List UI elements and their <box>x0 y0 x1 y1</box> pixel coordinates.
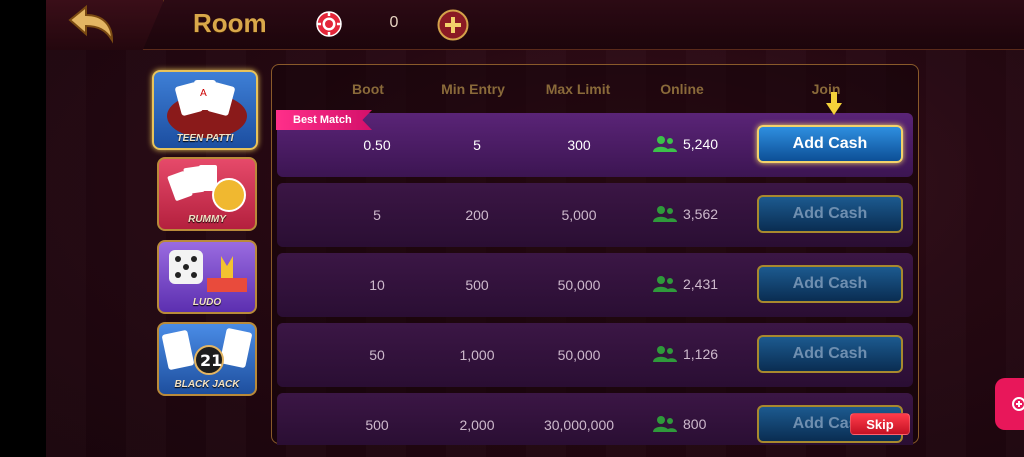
online-count: 5,240 <box>653 135 718 153</box>
users-icon <box>653 276 677 292</box>
online-value: 1,126 <box>683 346 719 362</box>
min-entry-value: 5 <box>473 137 481 153</box>
table-row[interactable]: 5 200 5,000 3,562 Add Cash <box>277 183 913 247</box>
add-cash-button[interactable]: Add Cash <box>757 335 903 373</box>
room-screen: Room 0 A TEEN PATTI RUMMY LUDO 21 BLACK … <box>46 0 1024 457</box>
table-row[interactable]: 500 2,000 30,000,000 800 Add Cash <box>277 393 913 445</box>
floating-action-button[interactable] <box>995 378 1024 430</box>
boot-value: 500 <box>365 417 389 433</box>
min-entry-value: 1,000 <box>459 347 495 363</box>
room-table: Boot Min Entry Max Limit Online Join 0.5… <box>271 64 919 445</box>
max-limit-value: 300 <box>567 137 591 153</box>
game-tile-rummy[interactable]: RUMMY <box>157 157 257 231</box>
best-match-badge: Best Match <box>276 110 372 130</box>
online-value: 800 <box>683 416 707 432</box>
game-tile-black-jack[interactable]: 21 BLACK JACK <box>157 322 257 396</box>
plus-icon <box>437 9 469 41</box>
game-tile-ludo[interactable]: LUDO <box>157 240 257 314</box>
users-icon <box>653 206 677 222</box>
down-arrow-icon <box>826 92 842 115</box>
column-header-online: Online <box>660 81 704 97</box>
back-arrow-icon <box>68 4 114 44</box>
boot-value: 10 <box>369 277 385 293</box>
table-row[interactable]: 50 1,000 50,000 1,126 Add Cash <box>277 323 913 387</box>
back-button[interactable] <box>66 4 118 44</box>
users-icon <box>653 416 677 432</box>
column-header-min-entry: Min Entry <box>441 81 505 97</box>
table-row[interactable]: 0.50 5 300 5,240 Add Cash <box>277 113 913 177</box>
top-bar: Room 0 <box>46 0 1024 50</box>
users-icon <box>653 346 677 362</box>
online-value: 5,240 <box>683 136 719 152</box>
chip-icon <box>316 11 342 37</box>
game-tile-label: RUMMY <box>188 214 226 225</box>
table-row[interactable]: 10 500 50,000 2,431 Add Cash <box>277 253 913 317</box>
svg-text:21: 21 <box>200 351 222 370</box>
boot-value: 50 <box>369 347 385 363</box>
game-tile-label: BLACK JACK <box>174 379 240 390</box>
online-count: 1,126 <box>653 345 718 363</box>
online-count: 800 <box>653 415 706 433</box>
game-tile-label: TEEN PATTI <box>176 133 234 144</box>
online-value: 2,431 <box>683 276 719 292</box>
skip-button[interactable]: Skip <box>850 413 910 435</box>
game-tile-teen-patti[interactable]: A TEEN PATTI <box>152 70 258 150</box>
plus-circle-icon <box>1012 397 1024 411</box>
users-icon <box>653 136 677 152</box>
add-cash-button[interactable]: Add Cash <box>757 125 903 163</box>
max-limit-value: 50,000 <box>557 277 601 293</box>
boot-value: 5 <box>373 207 381 223</box>
max-limit-value: 30,000,000 <box>543 417 615 433</box>
online-count: 3,562 <box>653 205 718 223</box>
add-balance-button[interactable] <box>437 9 469 41</box>
min-entry-value: 200 <box>465 207 489 223</box>
game-tile-label: LUDO <box>192 297 222 308</box>
min-entry-value: 500 <box>465 277 489 293</box>
add-cash-button[interactable]: Add Cash <box>757 195 903 233</box>
online-value: 3,562 <box>683 206 719 222</box>
column-header-max-limit: Max Limit <box>545 81 611 97</box>
boot-value: 0.50 <box>363 137 391 153</box>
page-title: Room <box>193 8 267 38</box>
add-cash-button[interactable]: Add Cash <box>757 265 903 303</box>
column-header-boot: Boot <box>352 81 384 97</box>
max-limit-value: 5,000 <box>561 207 597 223</box>
online-count: 2,431 <box>653 275 718 293</box>
svg-text:A: A <box>200 88 207 99</box>
max-limit-value: 50,000 <box>557 347 601 363</box>
min-entry-value: 2,000 <box>459 417 495 433</box>
balance-value: 0 <box>389 14 399 31</box>
